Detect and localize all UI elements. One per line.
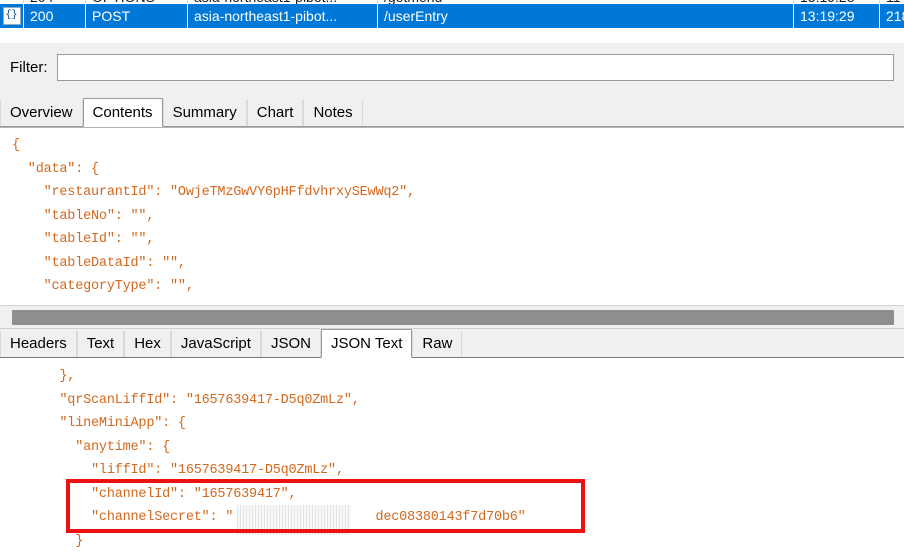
tab-json-text[interactable]: JSON Text xyxy=(320,329,413,358)
tab-javascript[interactable]: JavaScript xyxy=(170,331,261,357)
row-size: 218 xyxy=(886,8,904,24)
upper-content-pane[interactable]: { "data": { "restaurantId": "OwjeTMzGwVY… xyxy=(0,127,904,305)
tab-summary[interactable]: Summary xyxy=(162,100,247,126)
upper-tabstrip[interactable]: Overview Contents Summary Chart Notes xyxy=(0,98,904,127)
row-method: POST xyxy=(86,4,188,28)
proxy-inspector-window: 204 OPTIONS asia-northeast1-pibot... /ge… xyxy=(0,0,904,552)
lower-content-pane[interactable]: }, "qrScanLiffId": "1657639417-D5q0ZmLz"… xyxy=(0,357,904,552)
request-list[interactable]: 204 OPTIONS asia-northeast1-pibot... /ge… xyxy=(0,0,904,42)
tab-notes[interactable]: Notes xyxy=(303,100,363,126)
scrollbar-thumb[interactable] xyxy=(12,310,894,325)
tab-headers[interactable]: Headers xyxy=(0,331,77,357)
tab-overview[interactable]: Overview xyxy=(0,100,83,126)
tab-contents[interactable]: Contents xyxy=(82,98,163,127)
upper-json-body: { "data": { "restaurantId": "OwjeTMzGwVY… xyxy=(12,138,415,294)
row-path: /userEntry xyxy=(378,4,794,28)
table-row-selected[interactable]: {} 200 POST asia-northeast1-pibot... /us… xyxy=(0,4,904,28)
horizontal-scrollbar[interactable] xyxy=(0,305,904,329)
tab-raw[interactable]: Raw xyxy=(412,331,463,357)
row-status: 200 xyxy=(24,4,86,28)
json-type-icon: {} xyxy=(0,4,24,28)
redaction-overlay xyxy=(237,505,351,535)
filter-bar: Filter: xyxy=(0,42,904,91)
tab-text[interactable]: Text xyxy=(76,331,125,357)
filter-input[interactable] xyxy=(56,53,894,81)
row-host: asia-northeast1-pibot... xyxy=(188,4,378,28)
tab-hex[interactable]: Hex xyxy=(124,331,171,357)
tab-json[interactable]: JSON xyxy=(260,331,321,357)
lower-tabstrip[interactable]: Headers Text Hex JavaScript JSON JSON Te… xyxy=(0,328,904,358)
lower-json-body: }, "qrScanLiffId": "1657639417-D5q0ZmLz"… xyxy=(59,369,526,549)
filter-label: Filter: xyxy=(10,58,48,76)
row-time: 13:19:29 xyxy=(794,4,880,28)
tab-chart[interactable]: Chart xyxy=(246,100,304,126)
